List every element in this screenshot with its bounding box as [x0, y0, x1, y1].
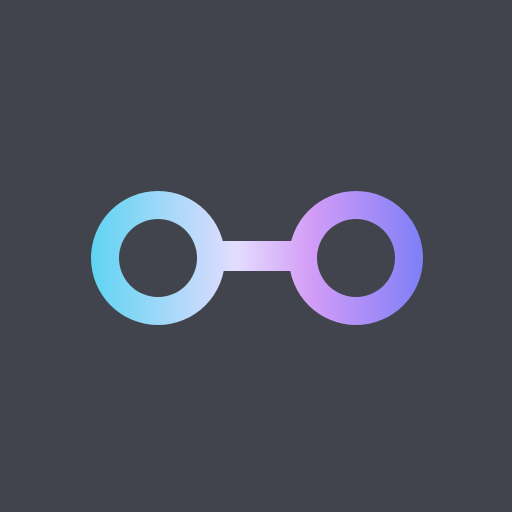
- linked-rings-icon: [91, 191, 423, 325]
- left-ring: [91, 191, 225, 325]
- right-ring: [289, 191, 423, 325]
- app-icon-canvas: [0, 0, 512, 512]
